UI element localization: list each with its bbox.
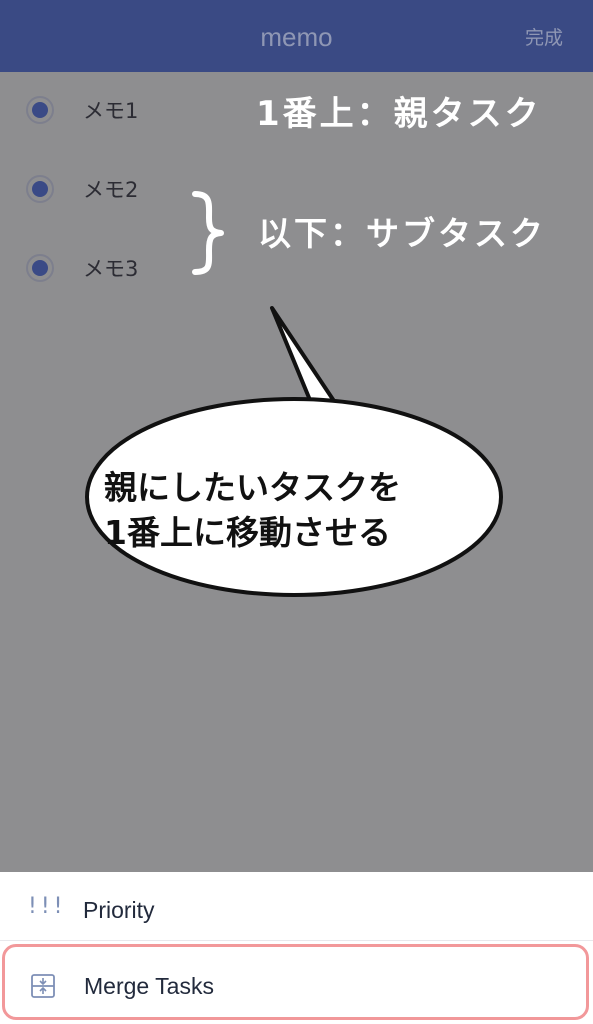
bubble-text-line-2: 1番上に移動させる — [104, 513, 391, 552]
priority-label: Priority — [83, 897, 155, 923]
bubble-text-line-1: 親にしたいタスクを — [104, 468, 401, 507]
menu-divider — [0, 940, 593, 941]
merge-tasks-label: Merge Tasks — [84, 973, 214, 999]
merge-icon — [30, 973, 56, 1003]
priority-icon: !!! — [28, 894, 67, 919]
merge-tasks-menu-item[interactable]: Merge Tasks — [2, 944, 589, 1020]
priority-menu-item[interactable]: !!! Priority — [0, 872, 593, 948]
